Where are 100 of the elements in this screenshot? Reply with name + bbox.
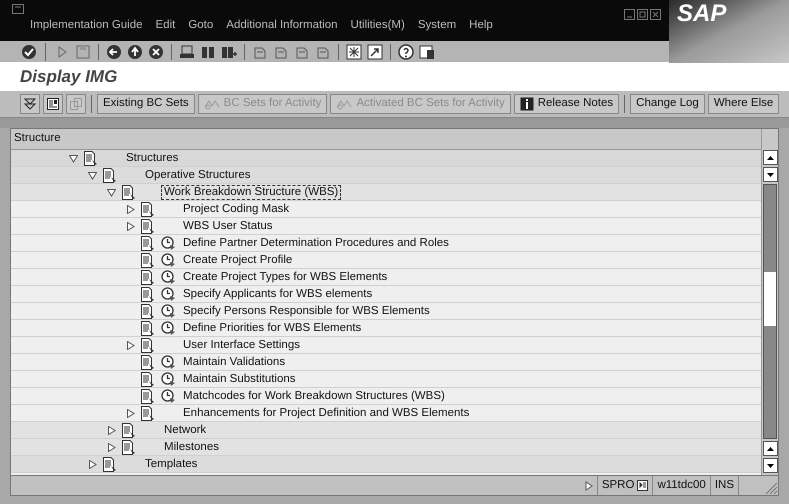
maximize-icon[interactable]: [637, 9, 648, 20]
document-icon: [140, 270, 156, 284]
expand-icon: [23, 97, 37, 111]
tree-row[interactable]: Enhancements for Project Definition and WBS Elements: [11, 405, 761, 422]
tree-row[interactable]: Maintain Substitutions: [11, 371, 761, 388]
tree-row[interactable]: Define Partner Determination Procedures and Roles: [11, 235, 761, 252]
clock-icon[interactable]: [160, 354, 176, 370]
menu-item[interactable]: Edit: [156, 16, 176, 34]
copy-icon: [69, 97, 83, 111]
clock-icon[interactable]: [160, 236, 176, 250]
tree-item-label[interactable]: Project Coding Mask: [180, 202, 292, 216]
expand-triangle-icon[interactable]: [126, 204, 135, 214]
link-icon: [204, 98, 220, 110]
tree-row[interactable]: Work Breakdown Structure (WBS): [11, 184, 761, 201]
tree-item-label[interactable]: Enhancements for Project Definition and WBS Elements: [180, 406, 472, 420]
tree-row[interactable]: Structures: [11, 150, 761, 167]
tree-item-label[interactable]: Matchcodes for Work Breakdown Structures (WBS): [180, 388, 448, 404]
tree-item-label[interactable]: Create Project Types for WBS Elements: [180, 270, 390, 284]
tree-row[interactable]: Project Coding Mask: [11, 201, 761, 218]
resize-grip-icon[interactable]: [764, 481, 778, 495]
scrollbar-thumb[interactable]: [764, 272, 776, 326]
tree-row[interactable]: Milestones: [11, 439, 761, 456]
tree-row[interactable]: Specify Applicants for WBS elements: [11, 286, 761, 303]
toolbar-button[interactable]: Release Notes: [514, 94, 620, 114]
clock-icon[interactable]: [160, 286, 176, 302]
save-icon[interactable]: [74, 42, 92, 60]
clock-icon[interactable]: [160, 372, 176, 386]
tree-item-label[interactable]: Network: [161, 422, 210, 438]
document-icon: [121, 440, 137, 454]
window-menu-icon[interactable]: [12, 4, 24, 14]
input-mode: INS: [710, 476, 738, 495]
session-info-icon[interactable]: [637, 480, 648, 491]
tree-item-label[interactable]: Templates: [142, 456, 200, 472]
tree-item-label[interactable]: User Interface Settings: [180, 338, 303, 352]
shortcut-icon[interactable]: [366, 42, 384, 60]
confirm-icon[interactable]: [20, 42, 38, 60]
tree-row[interactable]: Operative Structures: [11, 167, 761, 184]
tree-item-label[interactable]: Maintain Validations: [180, 354, 288, 370]
close-icon[interactable]: [650, 9, 661, 20]
collapse-triangle-icon[interactable]: [88, 170, 97, 180]
tree-row[interactable]: Define Priorities for WBS Elements: [11, 320, 761, 337]
menu-item[interactable]: Goto: [188, 16, 214, 34]
tree-item-label[interactable]: Work Breakdown Structure (WBS): [161, 184, 342, 200]
menu-item[interactable]: System: [418, 16, 456, 34]
expand-triangle-icon[interactable]: [126, 340, 135, 350]
tree-item-label[interactable]: Structures: [123, 150, 182, 166]
new-session-icon[interactable]: [345, 42, 363, 60]
clock-icon[interactable]: [160, 388, 176, 404]
collapse-triangle-icon[interactable]: [107, 188, 116, 196]
tree-row[interactable]: Network: [11, 422, 761, 439]
help-icon[interactable]: [397, 42, 415, 60]
clock-icon[interactable]: [160, 304, 176, 318]
tree-item-label[interactable]: Create Project Profile: [180, 252, 296, 268]
minimize-icon[interactable]: [624, 9, 635, 20]
toolbar-button[interactable]: Change Log: [630, 94, 705, 114]
document-icon: [140, 286, 156, 302]
tree-row[interactable]: Create Project Types for WBS Elements: [11, 269, 761, 286]
tree-item-label[interactable]: Maintain Substitutions: [180, 372, 299, 386]
clock-icon[interactable]: [160, 270, 176, 284]
menu-item[interactable]: Utilities(M): [350, 16, 405, 34]
tree-item-label[interactable]: Milestones: [161, 440, 222, 454]
clock-icon[interactable]: [160, 252, 176, 268]
menu-item[interactable]: Additional Information: [226, 16, 338, 34]
exit-icon[interactable]: [126, 42, 144, 60]
tree-item-label[interactable]: Define Partner Determination Procedures and Roles: [180, 236, 452, 250]
toolbar-icon-button[interactable]: [20, 94, 40, 114]
tree-item-label[interactable]: Define Priorities for WBS Elements: [180, 320, 364, 336]
tree-row[interactable]: Matchcodes for Work Breakdown Structures (WBS): [11, 388, 761, 405]
expand-triangle-icon[interactable]: [126, 408, 135, 418]
tree-item-label[interactable]: Specify Persons Responsible for WBS Elements: [180, 304, 433, 318]
tree-item-label[interactable]: WBS User Status: [180, 218, 276, 234]
menu-item[interactable]: Implementation Guide: [30, 16, 143, 34]
print-icon[interactable]: [178, 42, 196, 60]
expand-triangle-icon[interactable]: [107, 426, 116, 434]
toolbar-button[interactable]: Where Else: [708, 94, 780, 114]
toolbar-button[interactable]: Existing BC Sets: [97, 94, 195, 114]
tree-item-label[interactable]: Operative Structures: [142, 168, 254, 182]
link-icon: [336, 98, 352, 110]
tree-row[interactable]: User Interface Settings: [11, 337, 761, 354]
info-icon: [520, 97, 534, 111]
tree-item-label[interactable]: Specify Applicants for WBS elements: [180, 286, 376, 302]
menu-item[interactable]: Help: [469, 16, 493, 34]
document-icon: [140, 388, 156, 404]
expand-triangle-icon[interactable]: [126, 222, 135, 230]
cancel-icon[interactable]: [147, 42, 165, 60]
expand-status-icon[interactable]: [584, 480, 593, 490]
tree-row[interactable]: WBS User Status: [11, 218, 761, 235]
toolbar-icon-button[interactable]: [43, 94, 63, 114]
tree-row[interactable]: Create Project Profile: [11, 252, 761, 269]
tree-row[interactable]: Templates: [11, 456, 761, 473]
collapse-triangle-icon[interactable]: [69, 154, 78, 162]
column-header: Structure: [11, 129, 761, 150]
expand-triangle-icon[interactable]: [88, 460, 97, 468]
layout-icon[interactable]: [418, 42, 436, 60]
tree-row[interactable]: Specify Persons Responsible for WBS Elements: [11, 303, 761, 320]
vertical-scrollbar[interactable]: [761, 129, 778, 475]
back-icon[interactable]: [105, 42, 123, 60]
expand-triangle-icon[interactable]: [107, 442, 116, 452]
tree-row[interactable]: Maintain Validations: [11, 354, 761, 371]
clock-icon[interactable]: [160, 320, 176, 336]
